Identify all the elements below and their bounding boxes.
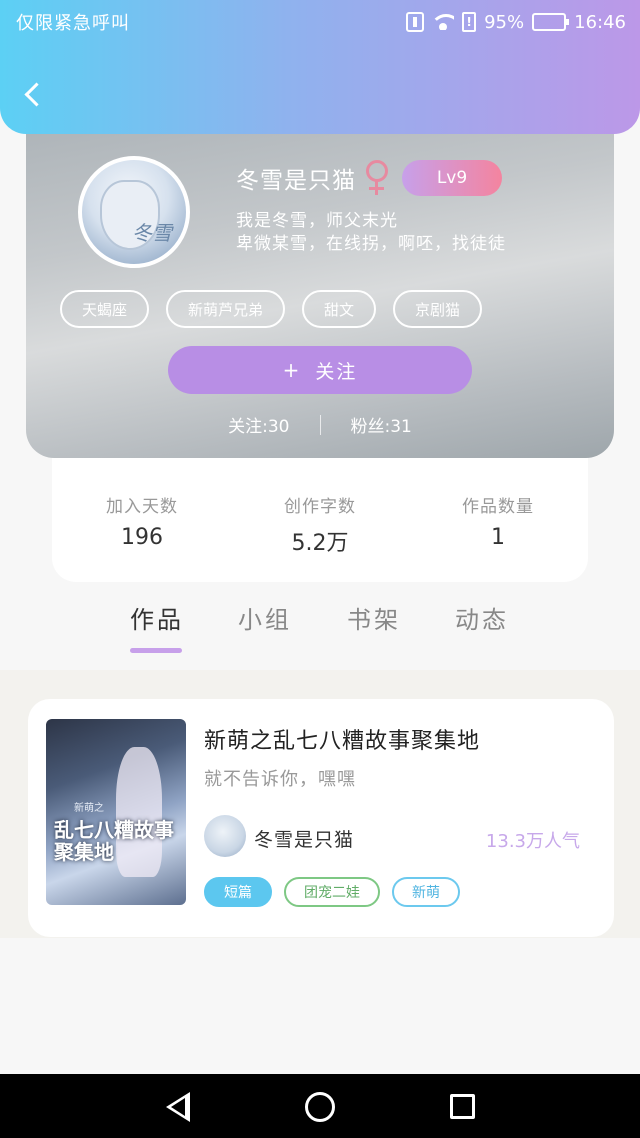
stat-value: 5.2万 [291, 531, 349, 556]
stat-works-count: 作品数量 1 [408, 492, 588, 550]
system-nav-bar [0, 1074, 640, 1138]
follow-counts: 关注:30 粉丝:31 [26, 412, 614, 437]
work-tag[interactable]: 新萌 [392, 877, 460, 907]
cover-subtitle: 新萌之 [74, 803, 104, 814]
nav-recents-icon[interactable] [450, 1094, 475, 1119]
work-author: 冬雪是只猫 [254, 829, 355, 851]
stat-label: 创作字数 [284, 497, 356, 517]
work-tags: 短篇 团宠二娃 新萌 [204, 877, 460, 907]
work-description: 就不告诉你，嘿嘿 [204, 769, 356, 790]
sim-alert-icon: ! [462, 12, 477, 32]
plus-icon: + [282, 358, 302, 382]
stat-label: 作品数量 [462, 497, 534, 517]
female-gender-icon [364, 160, 390, 196]
back-button[interactable] [20, 78, 48, 110]
cover-title: 乱七八糟故事聚集地 [54, 818, 174, 864]
work-popularity: 13.3万人气 [485, 831, 580, 852]
stat-value: 196 [121, 525, 163, 550]
profile-tag[interactable]: 甜文 [302, 290, 377, 328]
avatar[interactable]: 冬雪 [78, 156, 190, 268]
stat-value: 1 [491, 525, 505, 550]
profile-tag[interactable]: 京剧猫 [393, 290, 483, 328]
profile-tags: 天蝎座 新萌芦兄弟 甜文 京剧猫 [60, 290, 483, 328]
nav-back-icon[interactable] [164, 1092, 192, 1122]
avatar-signature: 冬雪 [132, 221, 172, 245]
work-tag[interactable]: 短篇 [204, 877, 272, 907]
bio-line-1: 我是冬雪，师父末光 [236, 211, 398, 231]
stats-card: 加入天数 196 创作字数 5.2万 作品数量 1 [52, 440, 588, 582]
battery-icon [532, 13, 570, 31]
tab-bookshelf[interactable]: 书架 [347, 600, 401, 635]
tab-groups[interactable]: 小组 [238, 600, 292, 635]
nav-home-icon[interactable] [305, 1092, 335, 1122]
tab-activity[interactable]: 动态 [455, 600, 509, 635]
work-card[interactable]: 新萌之 乱七八糟故事聚集地 新萌之乱七八糟故事聚集地 就不告诉你，嘿嘿 冬雪是只… [28, 699, 614, 937]
divider [319, 414, 321, 435]
book-cover[interactable]: 新萌之 乱七八糟故事聚集地 [46, 719, 186, 905]
work-title[interactable]: 新萌之乱七八糟故事聚集地 [204, 723, 480, 755]
header-bar: 仅限紧急呼叫 ! 95% 16:46 [0, 0, 640, 134]
content-tabs: 作品 小组 书架 动态 [0, 600, 640, 670]
vibrate-icon [406, 12, 425, 32]
user-bio: 我是冬雪，师父末光 卑微某雪，在线拐，啊呸，找徒徒 [236, 210, 506, 256]
active-tab-indicator [130, 648, 182, 653]
author-avatar [204, 815, 246, 857]
profile-tag[interactable]: 新萌芦兄弟 [166, 290, 286, 328]
follow-button[interactable]: + 关注 [168, 346, 472, 394]
clock: 16:46 [574, 11, 626, 33]
level-badge: Lv9 [402, 160, 502, 196]
wifi-icon [432, 14, 455, 30]
stat-join-days: 加入天数 196 [52, 492, 232, 550]
status-bar: 仅限紧急呼叫 ! 95% 16:46 [16, 8, 626, 36]
carrier-text: 仅限紧急呼叫 [16, 13, 130, 34]
following-count[interactable]: 关注:30 [228, 412, 289, 437]
stat-word-count: 创作字数 5.2万 [230, 492, 410, 557]
profile-card: 冬雪 冬雪是只猫 Lv9 我是冬雪，师父末光 卑微某雪，在线拐，啊呸，找徒徒 天… [26, 100, 614, 458]
stat-label: 加入天数 [106, 497, 178, 517]
tab-works[interactable]: 作品 [130, 600, 184, 635]
profile-tag[interactable]: 天蝎座 [60, 290, 150, 328]
followers-count[interactable]: 粉丝:31 [351, 412, 412, 437]
user-name: 冬雪是只猫 [236, 168, 356, 194]
work-tag[interactable]: 团宠二娃 [284, 877, 380, 907]
follow-button-label: 关注 [315, 360, 358, 383]
bio-line-2: 卑微某雪，在线拐，啊呸，找徒徒 [236, 234, 506, 254]
battery-percent: 95% [484, 11, 525, 33]
